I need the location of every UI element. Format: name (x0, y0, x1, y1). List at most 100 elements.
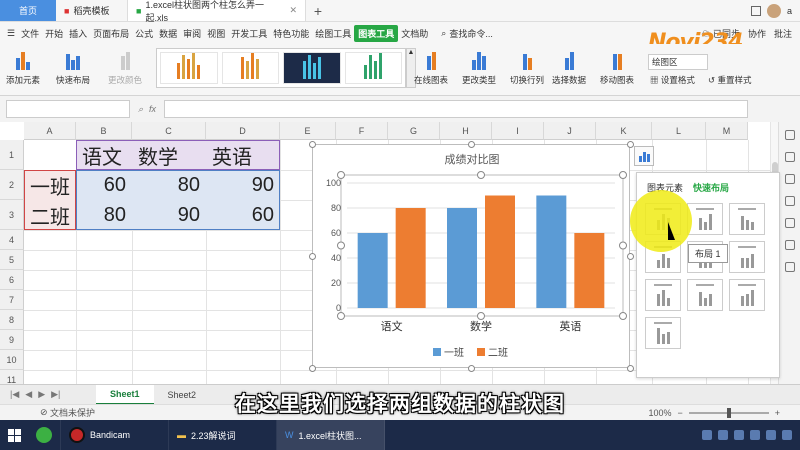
row-header[interactable]: 2 (0, 170, 24, 200)
tab-home[interactable]: 首页 (0, 0, 56, 21)
tray-icon[interactable] (766, 430, 776, 440)
windows-start-icon[interactable] (0, 420, 28, 450)
column-header[interactable]: B (76, 122, 132, 140)
change-color-button[interactable]: 更改颜色 (108, 50, 142, 86)
chart-style-thumb[interactable] (283, 52, 341, 84)
shape-tool-icon[interactable] (784, 174, 795, 184)
taskbar-folder[interactable]: ▬ 2.23解说词 (169, 420, 277, 450)
tray-icon[interactable] (734, 430, 744, 440)
cell-class-label[interactable]: 一班 (24, 170, 76, 200)
cell-score[interactable]: 90 (132, 200, 206, 230)
menu-developer[interactable]: 开发工具 (228, 27, 270, 40)
column-header[interactable]: E (280, 122, 336, 140)
column-header[interactable]: D (206, 122, 280, 140)
chart[interactable]: 成绩对比图 0 20 40 60 80 100 语文 数学 英语 一班 二班 (309, 141, 634, 372)
select-data-button[interactable]: 选择数据 (552, 50, 586, 86)
tray-icon[interactable] (702, 430, 712, 440)
menu-file[interactable]: 文件 (18, 27, 42, 40)
zoom-out-icon[interactable]: − (677, 408, 682, 418)
cell-score[interactable]: 90 (206, 170, 280, 200)
layout-option[interactable] (645, 317, 681, 349)
menu-review[interactable]: 审阅 (180, 27, 204, 40)
fx-icon[interactable]: fx (149, 104, 156, 114)
chart-style-thumb[interactable] (221, 52, 279, 84)
taskbar-wps[interactable]: W 1.excel柱状图... (277, 420, 385, 450)
row-header[interactable]: 11 (0, 370, 24, 384)
column-header[interactable]: A (24, 122, 76, 140)
column-header[interactable]: L (652, 122, 706, 140)
tab-template[interactable]: ■ 稻壳模板 (56, 0, 128, 21)
switch-rowcol-button[interactable]: 切换行列 (510, 50, 544, 86)
cell-score[interactable]: 80 (132, 170, 206, 200)
cell-class-label[interactable]: 二班 (24, 200, 76, 230)
command-search[interactable]: ⌕ 查找命令... (441, 27, 493, 40)
resize-handle[interactable] (468, 365, 475, 372)
resize-handle[interactable] (627, 365, 634, 372)
cell-score[interactable]: 60 (76, 170, 132, 200)
menu-special[interactable]: 特色功能 (270, 27, 312, 40)
column-header[interactable]: K (596, 122, 652, 140)
chart-style-thumb[interactable] (344, 52, 402, 84)
layout-option[interactable] (729, 241, 765, 273)
tab-workbook[interactable]: ■ 1.excel柱状图两个柱怎么弄一起.xls ✕ (128, 0, 306, 23)
resize-handle[interactable] (309, 253, 316, 260)
row-header[interactable]: 1 (0, 140, 24, 170)
last-sheet-icon[interactable]: ▶| (51, 389, 60, 400)
chart-style-gallery[interactable] (156, 48, 406, 88)
comment-button[interactable]: 批注 (774, 27, 792, 40)
add-element-button[interactable]: 添加元素 (6, 50, 40, 86)
sheet-tab-sheet1[interactable]: Sheet1 (96, 384, 154, 405)
column-header[interactable]: H (440, 122, 492, 140)
browser-icon[interactable] (28, 420, 61, 450)
row-header[interactable]: 6 (0, 270, 24, 290)
row-header[interactable]: 5 (0, 250, 24, 270)
layout-option[interactable] (729, 203, 765, 235)
resize-handle[interactable] (309, 141, 316, 148)
next-sheet-icon[interactable]: ▶ (38, 389, 45, 400)
column-header[interactable]: C (132, 122, 206, 140)
taskbar-bandicam[interactable]: Bandicam (61, 420, 169, 450)
select-tool-icon[interactable] (784, 130, 795, 140)
layout-option[interactable] (687, 279, 723, 311)
column-header[interactable]: G (388, 122, 440, 140)
row-header[interactable]: 3 (0, 200, 24, 230)
tray-icon[interactable] (750, 430, 760, 440)
cell-subject-header[interactable]: 语文 (76, 140, 132, 170)
row-header[interactable]: 10 (0, 350, 24, 370)
change-type-button[interactable]: 更改类型 (462, 50, 496, 86)
collab-button[interactable]: 协作 (748, 27, 766, 40)
tab-quick-layout[interactable]: 快速布局 (693, 181, 729, 194)
row-header[interactable]: 9 (0, 330, 24, 350)
prev-sheet-icon[interactable]: ◀ (25, 389, 32, 400)
property-tool-icon[interactable] (784, 218, 795, 228)
layout-option[interactable] (729, 279, 765, 311)
zoom-knob[interactable] (726, 407, 731, 418)
tray-icon[interactable] (718, 430, 728, 440)
name-box[interactable] (6, 100, 130, 118)
cell-subject-header[interactable]: 英语 (206, 140, 280, 170)
resize-handle[interactable] (309, 365, 316, 372)
window-icon[interactable] (750, 5, 761, 16)
backup-tool-icon[interactable] (784, 240, 795, 250)
menu-insert[interactable]: 插入 (66, 27, 90, 40)
move-chart-button[interactable]: 移动图表 (600, 50, 634, 86)
new-tab-button[interactable]: + (306, 0, 330, 21)
menu-page-layout[interactable]: 页面布局 (90, 27, 132, 40)
menu-doc-assistant[interactable]: 文档助 (398, 27, 431, 40)
resize-handle[interactable] (468, 141, 475, 148)
column-header[interactable]: I (492, 122, 544, 140)
filter-tool-icon[interactable] (784, 196, 795, 206)
cell-score[interactable]: 80 (76, 200, 132, 230)
close-icon[interactable]: ✕ (289, 5, 297, 16)
zoom-slider[interactable] (688, 407, 769, 418)
menu-start[interactable]: 开始 (42, 27, 66, 40)
menu-drawing-tools[interactable]: 绘图工具 (312, 27, 354, 40)
column-header[interactable]: F (336, 122, 388, 140)
set-format-button[interactable]: ▦ 设置格式 (650, 74, 695, 86)
chart-elements-icon[interactable] (634, 146, 654, 166)
layout-option[interactable] (645, 279, 681, 311)
column-header[interactable]: M (706, 122, 748, 140)
share-tool-icon[interactable] (784, 262, 795, 272)
row-header[interactable]: 8 (0, 310, 24, 330)
first-sheet-icon[interactable]: |◀ (10, 389, 19, 400)
